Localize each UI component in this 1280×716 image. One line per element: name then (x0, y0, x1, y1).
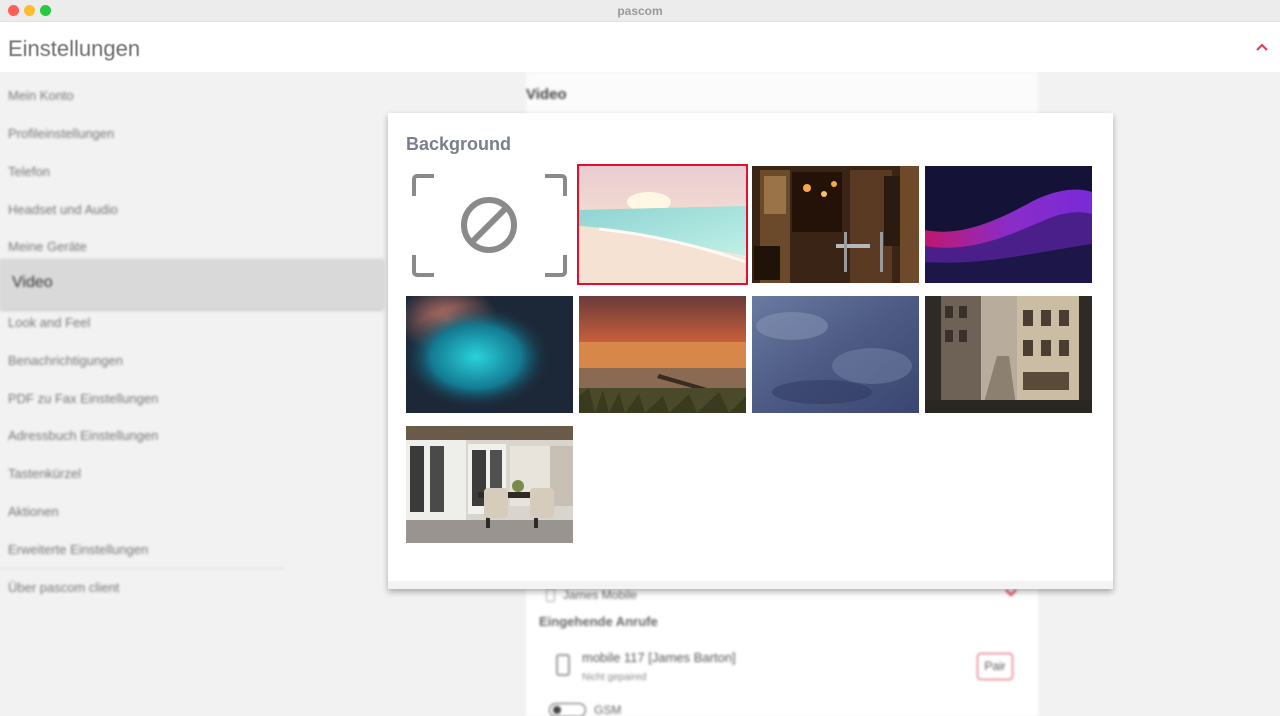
sidebar-item-benachrichtigungen[interactable]: Benachrichtigungen (8, 353, 123, 368)
settings-sidebar: Mein Konto Profileinstellungen Telefon H… (0, 72, 384, 716)
background-option-office[interactable] (406, 426, 573, 543)
bokeh-thumbnail (406, 296, 573, 413)
sidebar-item-profileinstellungen[interactable]: Profileinstellungen (8, 126, 114, 141)
frame-corner (412, 174, 434, 196)
settings-header: Einstellungen (0, 22, 1280, 72)
beach-thumbnail (579, 166, 746, 283)
purple-wave-thumbnail (925, 166, 1092, 283)
background-option-sunset[interactable] (579, 296, 746, 413)
sidebar-item-video[interactable]: Video (0, 259, 383, 309)
sidebar-item-telefon[interactable]: Telefon (8, 164, 50, 179)
frame-corner (545, 255, 567, 277)
background-option-street[interactable] (925, 296, 1092, 413)
sidebar-item-tastenkuerzel[interactable]: Tastenkürzel (8, 466, 81, 481)
sidebar-item-adressbuch[interactable]: Adressbuch Einstellungen (8, 428, 158, 443)
incoming-calls-title: Eingehende Anrufe (539, 614, 658, 629)
background-option-none[interactable] (406, 166, 573, 283)
pair-button[interactable]: Pair (977, 653, 1013, 680)
sidebar-item-meine-geraete[interactable]: Meine Geräte (8, 239, 87, 254)
sidebar-divider (0, 568, 285, 569)
street-thumbnail (925, 296, 1092, 413)
background-picker-modal: Background (388, 113, 1113, 589)
window-titlebar: pascom (0, 0, 1280, 22)
background-option-purple-wave[interactable] (925, 166, 1092, 283)
office-thumbnail (406, 426, 573, 543)
frame-corner (545, 174, 567, 196)
device-name: James Mobile (563, 588, 638, 602)
no-background-icon (461, 197, 517, 253)
gsm-label: GSM (594, 703, 622, 716)
background-option-beach[interactable] (577, 164, 748, 285)
background-option-bokeh[interactable] (406, 296, 573, 413)
cafe-thumbnail (752, 166, 919, 283)
mobile-device-status: Nicht gepaired (582, 672, 647, 683)
sidebar-item-pdf-zu-fax[interactable]: PDF zu Fax Einstellungen (8, 391, 158, 406)
sidebar-item-look-and-feel[interactable]: Look and Feel (8, 315, 90, 330)
mobile-device-name: mobile 117 [James Barton] (582, 650, 736, 665)
chevron-up-icon[interactable] (1256, 38, 1268, 54)
mobile-device-icon (546, 588, 555, 602)
toggle-knob (553, 706, 561, 714)
background-option-blue-texture[interactable] (752, 296, 919, 413)
sidebar-item-mein-konto[interactable]: Mein Konto (8, 88, 74, 103)
sidebar-item-aktionen[interactable]: Aktionen (8, 504, 59, 519)
window-title: pascom (617, 4, 663, 18)
blue-texture-thumbnail (752, 296, 919, 413)
section-title: Video (526, 86, 567, 103)
phone-icon (556, 654, 570, 676)
modal-footer (388, 581, 1113, 589)
page-title: Einstellungen (8, 36, 141, 61)
sidebar-item-headset-und-audio[interactable]: Headset und Audio (8, 202, 118, 217)
sunset-thumbnail (579, 296, 746, 413)
modal-title: Background (406, 134, 512, 154)
frame-corner (412, 255, 434, 277)
sidebar-item-erweiterte-einstellungen[interactable]: Erweiterte Einstellungen (8, 542, 148, 557)
gsm-toggle[interactable] (549, 703, 586, 716)
background-option-cafe[interactable] (752, 166, 919, 283)
sidebar-item-ueber-pascom[interactable]: Über pascom client (8, 580, 119, 595)
sidebar-item-label: Video (12, 274, 53, 291)
